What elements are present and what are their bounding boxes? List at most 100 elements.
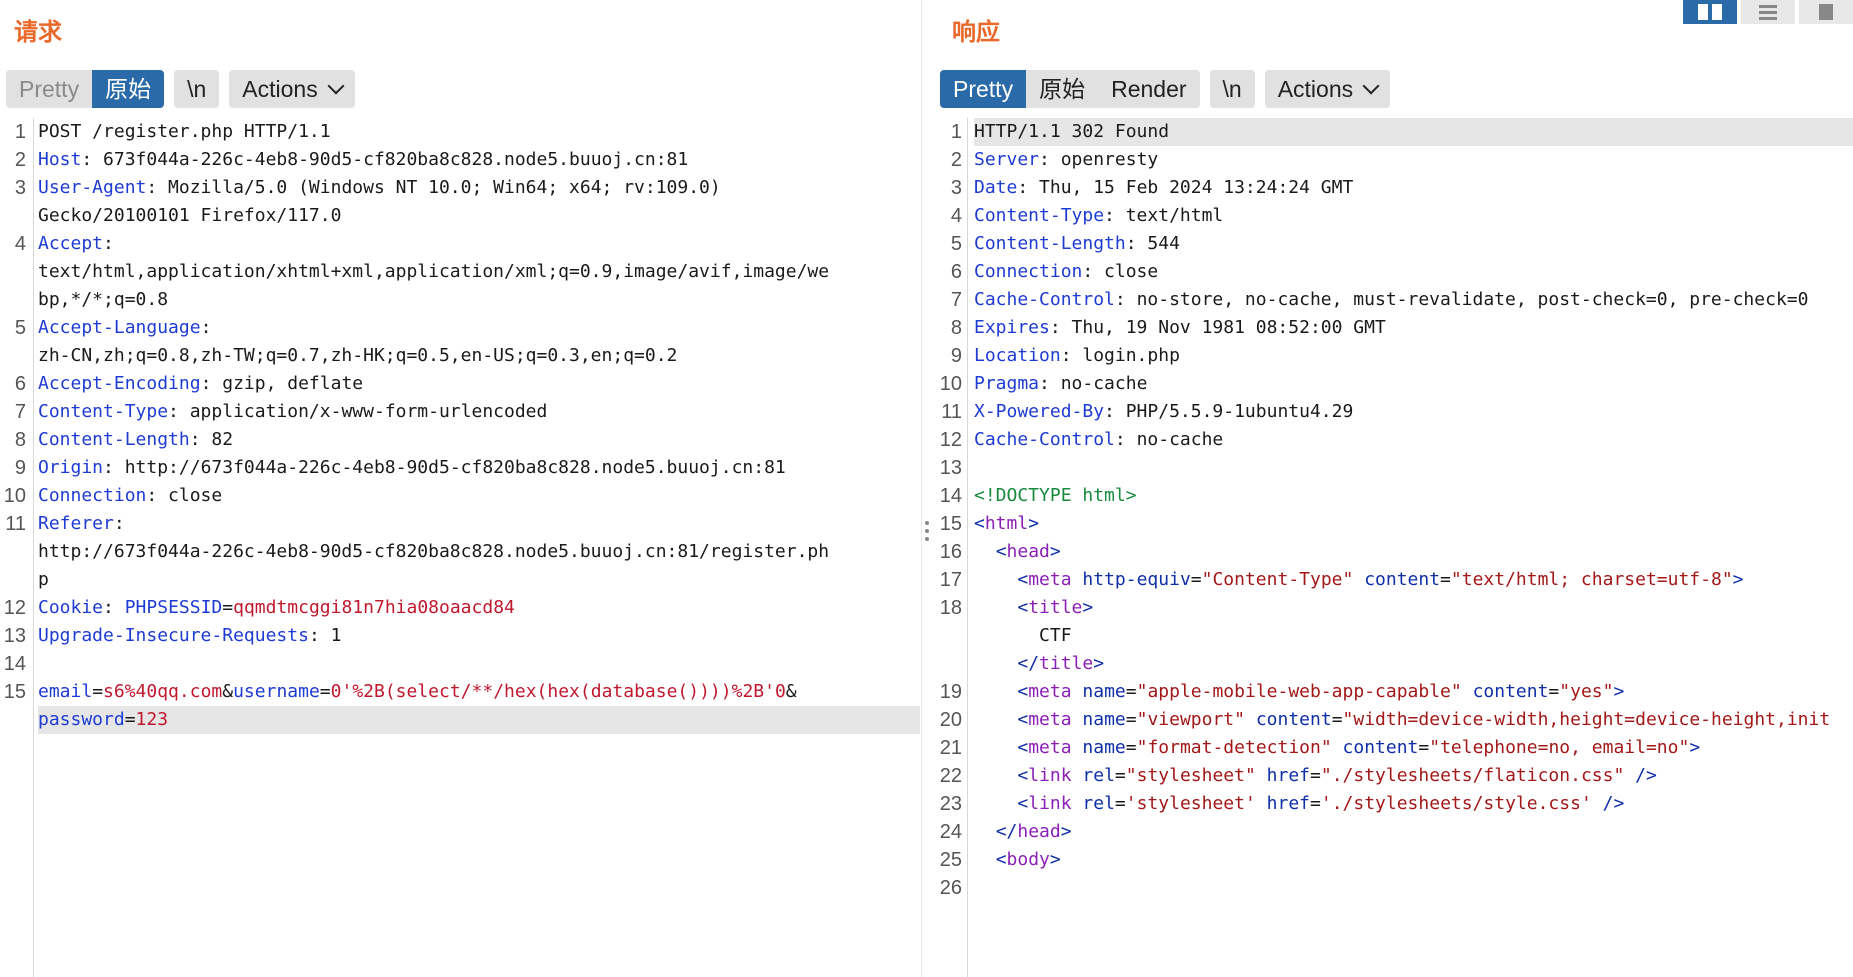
tag-name: head (1017, 821, 1061, 842)
equals: = (1125, 737, 1137, 758)
tag-close: > (1093, 653, 1105, 674)
equals: = (1331, 709, 1343, 730)
header-value: Gecko/20100101 Firefox/117.0 (38, 205, 342, 226)
line-number: 13 (939, 457, 962, 479)
line-code: bp,*/*;q=0.8 (38, 286, 920, 314)
line-code: CTF (974, 622, 1853, 650)
response-lines: 1 HTTP/1.1 302 Found 2 Server: openresty 3 Da… (932, 118, 1853, 902)
response-editor[interactable]: 1 HTTP/1.1 302 Found 2 Server: openresty 3 Da… (932, 118, 1853, 977)
header-name: Accept (38, 233, 104, 254)
code-line: 13 Upgrade-Insecure-Requests: 1 (0, 622, 920, 650)
line-code: <head> (974, 538, 1853, 566)
header-name: Cache-Control (974, 429, 1115, 450)
attr-name: content (1472, 681, 1549, 702)
code-line: 26 (932, 874, 1853, 902)
code-line: 10 Pragma: no-cache (932, 370, 1853, 398)
header-value: : gzip, deflate (200, 373, 364, 394)
tab-raw[interactable]: 原始 (92, 70, 165, 108)
layout-tabs-icon[interactable] (1799, 0, 1853, 24)
equals: = (1310, 793, 1321, 814)
code-line: 23 <link rel='stylesheet' href='./styles… (932, 790, 1853, 818)
attr-value: "width=device-width,height=device-height… (1342, 709, 1831, 730)
header-value: : 544 (1125, 233, 1180, 254)
code-line: 17 <meta http-equiv="Content-Type" conte… (932, 566, 1853, 594)
header-name: Connection (974, 261, 1083, 282)
layout-split-vertical-icon[interactable] (1741, 0, 1795, 24)
code-line: http://673f044a-226c-4eb8-90d5-cf820ba8c… (0, 538, 920, 566)
code-line: 3 Date: Thu, 15 Feb 2024 13:24:24 GMT (932, 174, 1853, 202)
line-code: Date: Thu, 15 Feb 2024 13:24:24 GMT (974, 174, 1853, 202)
line-number: 15 (939, 513, 962, 535)
response-pane: 响应 Pretty 原始 Render \n Actions 1 HTTP/1.1… (932, 0, 1853, 977)
header-value: : close (1082, 261, 1159, 282)
actions-label: Actions (1277, 76, 1354, 102)
equals: = (1125, 709, 1137, 730)
line-number: 12 (939, 429, 962, 451)
tag-name: head (1006, 541, 1050, 562)
line-number: 16 (939, 541, 962, 563)
attr-name: content (1342, 737, 1419, 758)
line-code: HTTP/1.1 302 Found (974, 118, 1853, 146)
request-toolbar: Pretty 原始 \n Actions (6, 70, 355, 108)
tab-render[interactable]: Render (1098, 70, 1200, 108)
header-value: : Mozilla/5.0 (Windows NT 10.0; Win64; x… (146, 177, 721, 198)
line-code: Origin: http://673f044a-226c-4eb8-90d5-c… (38, 454, 920, 482)
tag-close: /> (1624, 765, 1657, 786)
header-name: Connection (38, 485, 147, 506)
tab-pretty[interactable]: Pretty (6, 70, 93, 108)
code-line: 2 Server: openresty (932, 146, 1853, 174)
header-value: p (38, 569, 49, 590)
header-value: : application/x-www-form-urlencoded (168, 401, 548, 422)
param-separator: & (222, 681, 234, 702)
equals: = (1548, 681, 1560, 702)
attr-value: "text/html; charset=utf-8" (1450, 569, 1733, 590)
line-code: <meta name="viewport" content="width=dev… (974, 706, 1853, 734)
actions-button[interactable]: Actions (1264, 70, 1391, 108)
line-number: 8 (14, 429, 26, 451)
line-number: 26 (939, 877, 962, 899)
newline-toggle-button[interactable]: \n (1209, 70, 1255, 108)
line-number: 7 (950, 289, 962, 311)
code-line: 18 <title> (932, 594, 1853, 622)
tab-pretty[interactable]: Pretty (940, 70, 1027, 108)
code-line: 14 <!DOCTYPE html> (932, 482, 1853, 510)
layout-split-horizontal-icon[interactable] (1683, 0, 1737, 24)
header-value: : (103, 597, 125, 618)
line-number: 3 (950, 177, 962, 199)
line-number: 5 (950, 233, 962, 255)
tab-raw[interactable]: 原始 (1026, 70, 1099, 108)
attr-name: href (1266, 765, 1311, 786)
line-number: 10 (3, 485, 26, 507)
tag-open: < (1017, 681, 1029, 702)
line-code: <body> (974, 846, 1853, 874)
attr-value: './stylesheets/style.css' (1320, 793, 1592, 814)
line-code: http://673f044a-226c-4eb8-90d5-cf820ba8c… (38, 538, 920, 566)
tag-name: body (1006, 849, 1050, 870)
code-line: 6 Connection: close (932, 258, 1853, 286)
code-line: 1 HTTP/1.1 302 Found (932, 118, 1853, 146)
line-number: 25 (939, 849, 962, 871)
line-code: Connection: close (38, 482, 920, 510)
code-line: 25 <body> (932, 846, 1853, 874)
tag-open: < (995, 541, 1007, 562)
equals: = (92, 681, 104, 702)
header-value: : http://673f044a-226c-4eb8-90d5-cf820ba… (103, 457, 786, 478)
param-separator: & (785, 681, 797, 702)
request-editor[interactable]: 1 POST /register.php HTTP/1.1 2 Host: 673f0… (0, 118, 920, 977)
tag-close: > (1082, 597, 1094, 618)
code-line: text/html,application/xhtml+xml,applicat… (0, 258, 920, 286)
newline-toggle-button[interactable]: \n (174, 70, 220, 108)
code-line: 12 Cookie: PHPSESSID=qqmdtmcggi81n7hia08o… (0, 594, 920, 622)
actions-button[interactable]: Actions (229, 70, 355, 108)
header-value: : (200, 317, 212, 338)
line-number: 6 (14, 373, 26, 395)
drag-handle-icon[interactable] (925, 517, 929, 545)
line-code: </head> (974, 818, 1853, 846)
